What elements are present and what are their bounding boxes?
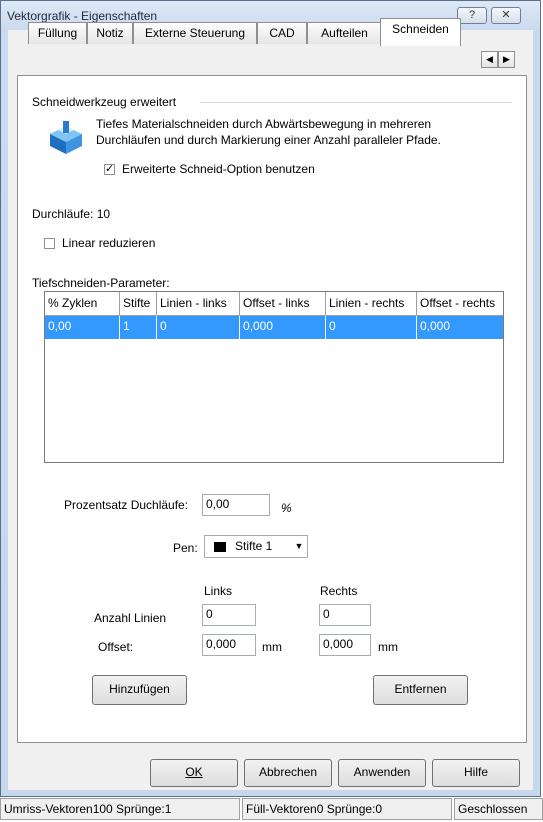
table-title: Tiefschneiden-Parameter: bbox=[32, 276, 170, 290]
add-button[interactable]: Hinzufügen bbox=[92, 675, 187, 705]
column-header-offset-rechts[interactable]: Offset - rechts bbox=[417, 292, 503, 316]
tab-scroll-left-icon[interactable]: ◀ bbox=[481, 51, 498, 68]
linear-reduce-checkbox[interactable] bbox=[44, 238, 55, 249]
pen-select[interactable]: Stifte 1 ▼ bbox=[204, 535, 308, 558]
tab-aufteilen[interactable]: Aufteilen bbox=[307, 22, 382, 44]
window-title: Vektorgrafik - Eigenschaften bbox=[7, 9, 158, 23]
apply-button[interactable]: Anwenden bbox=[338, 759, 426, 787]
pen-color-swatch bbox=[214, 542, 226, 552]
lines-label: Anzahl Linien bbox=[94, 611, 167, 625]
help-icon[interactable]: ? bbox=[457, 7, 487, 24]
offset-label: Offset: bbox=[98, 640, 134, 654]
column-header-stifte[interactable]: Stifte bbox=[120, 292, 157, 316]
extended-option-checkbox[interactable]: ✓ bbox=[104, 164, 115, 175]
ok-button-label: OK bbox=[185, 765, 203, 779]
right-column-header: Rechts bbox=[320, 584, 358, 598]
tab-fuellung[interactable]: Füllung bbox=[28, 22, 87, 44]
table-row[interactable]: 0,00 1 0 0,000 0 0,000 bbox=[45, 316, 503, 339]
status-closed: Geschlossen bbox=[454, 798, 543, 820]
percent-unit: % bbox=[281, 501, 292, 515]
remove-button[interactable]: Entfernen bbox=[373, 675, 468, 705]
left-column-header: Links bbox=[204, 584, 233, 598]
table-cell: 0 bbox=[157, 316, 240, 339]
group-title: Schneidwerkzeug erweitert bbox=[32, 95, 177, 109]
group-description-line2: Durchläufen und durch Markierung einer A… bbox=[96, 133, 441, 147]
offset-right-input[interactable]: 0,000 bbox=[319, 634, 371, 656]
offset-left-input[interactable]: 0,000 bbox=[202, 634, 256, 656]
tab-notiz[interactable]: Notiz bbox=[87, 22, 133, 44]
tab-externe-steuerung[interactable]: Externe Steuerung bbox=[133, 22, 257, 44]
status-outline-vectors: Umriss-Vektoren100 Sprünge:1 bbox=[0, 798, 240, 820]
percent-label: Prozentsatz Duchläufe: bbox=[64, 498, 189, 512]
percent-input[interactable]: 0,00 bbox=[202, 494, 270, 516]
linear-reduce-label: Linear reduzieren bbox=[62, 236, 156, 250]
offset-right-unit: mm bbox=[378, 640, 398, 654]
group-divider bbox=[200, 102, 512, 103]
group-description-line1: Tiefes Materialschneiden durch Abwärtsbe… bbox=[96, 117, 432, 131]
table-cell: 0 bbox=[326, 316, 417, 339]
column-header-offset-links[interactable]: Offset - links bbox=[240, 292, 326, 316]
parameter-table[interactable]: % Zyklen Stifte Linien - links Offset - … bbox=[44, 291, 504, 463]
lines-right-input[interactable]: 0 bbox=[319, 604, 371, 626]
table-cell: 0,00 bbox=[45, 316, 120, 339]
pen-label: Pen: bbox=[173, 541, 198, 555]
status-fill-vectors: Füll-Vektoren0 Sprünge:0 bbox=[242, 798, 452, 820]
cancel-button[interactable]: Abbrechen bbox=[244, 759, 332, 787]
cutting-tool-icon bbox=[44, 118, 88, 156]
passes-label: Durchläufe: 10 bbox=[32, 207, 111, 221]
close-icon[interactable]: ✕ bbox=[491, 7, 521, 24]
ok-button[interactable]: OK bbox=[150, 759, 238, 787]
tab-cad[interactable]: CAD bbox=[257, 22, 307, 44]
pen-select-value: Stifte 1 bbox=[235, 539, 273, 553]
help-button[interactable]: Hilfe bbox=[432, 759, 520, 787]
table-cell: 1 bbox=[120, 316, 157, 339]
extended-option-label: Erweiterte Schneid-Option benutzen bbox=[122, 162, 315, 176]
lines-left-input[interactable]: 0 bbox=[202, 604, 256, 626]
column-header-linien-links[interactable]: Linien - links bbox=[157, 292, 240, 316]
table-cell: 0,000 bbox=[240, 316, 326, 339]
tab-scroll-right-icon[interactable]: ▶ bbox=[498, 51, 515, 68]
tab-schneiden[interactable]: Schneiden bbox=[380, 18, 461, 46]
chevron-down-icon[interactable]: ▼ bbox=[291, 538, 307, 555]
column-header-zyklen[interactable]: % Zyklen bbox=[45, 292, 120, 316]
column-header-linien-rechts[interactable]: Linien - rechts bbox=[326, 292, 417, 316]
table-cell: 0,000 bbox=[420, 319, 451, 333]
offset-left-unit: mm bbox=[262, 640, 282, 654]
